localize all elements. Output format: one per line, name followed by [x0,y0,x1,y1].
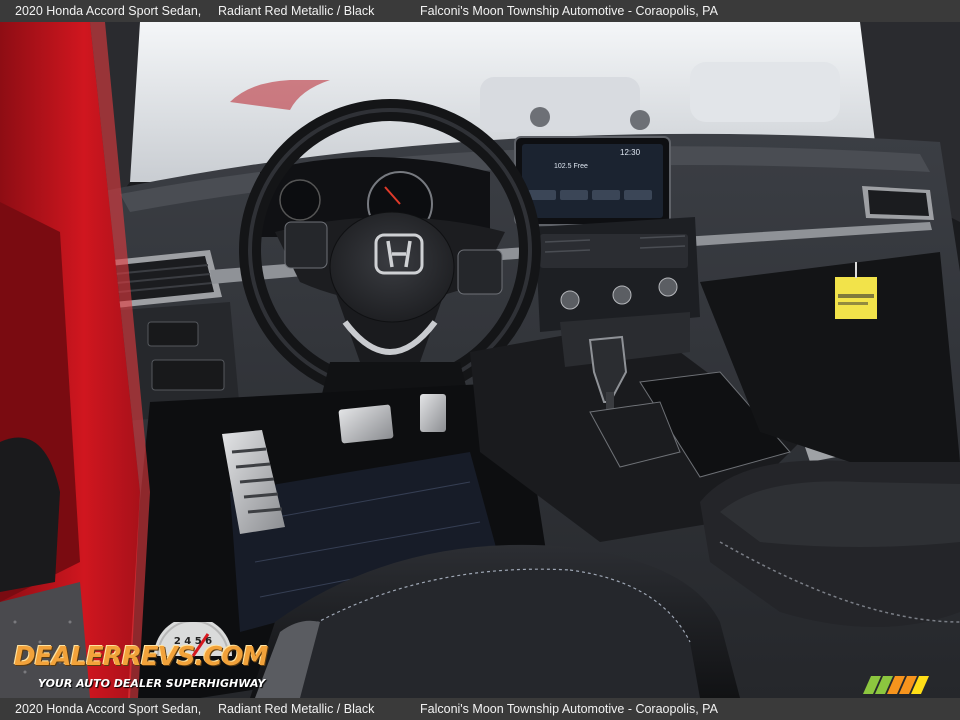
caption-dealer-bottom: Falconi's Moon Township Automotive - Cor… [420,702,718,716]
caption-bar-top: 2020 Honda Accord Sport Sedan, Radiant R… [0,0,960,22]
interior-photo: 12:30 102.5 Free [0,22,960,698]
caption-color-bottom: Radiant Red Metallic / Black [218,702,375,716]
watermark-logo: DEALERREVS.COM [14,642,268,672]
caption-bar-bottom: 2020 Honda Accord Sport Sedan, Radiant R… [0,698,960,720]
caption-model: 2020 Honda Accord Sport Sedan, [15,4,202,18]
caption-color: Radiant Red Metallic / Black [218,4,375,18]
screen-clock: 12:30 [620,148,641,157]
stripes-badge-icon [863,676,929,694]
screen-station: 102.5 Free [554,163,588,170]
caption-model-bottom: 2020 Honda Accord Sport Sedan, [15,702,202,716]
watermark-tagline: YOUR AUTO DEALER SUPERHIGHWAY [38,677,266,690]
dealerrevs-watermark: 2 4 5 6 DEALERREVS.COM YOUR AUTO DEALER … [10,622,270,694]
caption-dealer: Falconi's Moon Township Automotive - Cor… [420,4,718,18]
